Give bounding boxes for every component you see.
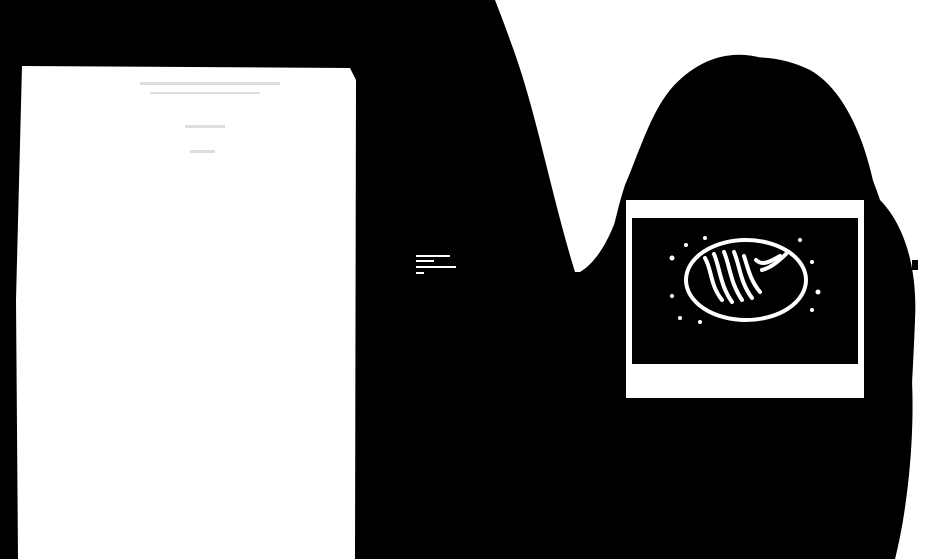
gallery-scene bbox=[0, 0, 928, 559]
framed-artwork bbox=[626, 200, 864, 398]
left-panel bbox=[16, 66, 356, 559]
edge-mark bbox=[912, 260, 918, 270]
scene-drawing bbox=[0, 0, 928, 559]
